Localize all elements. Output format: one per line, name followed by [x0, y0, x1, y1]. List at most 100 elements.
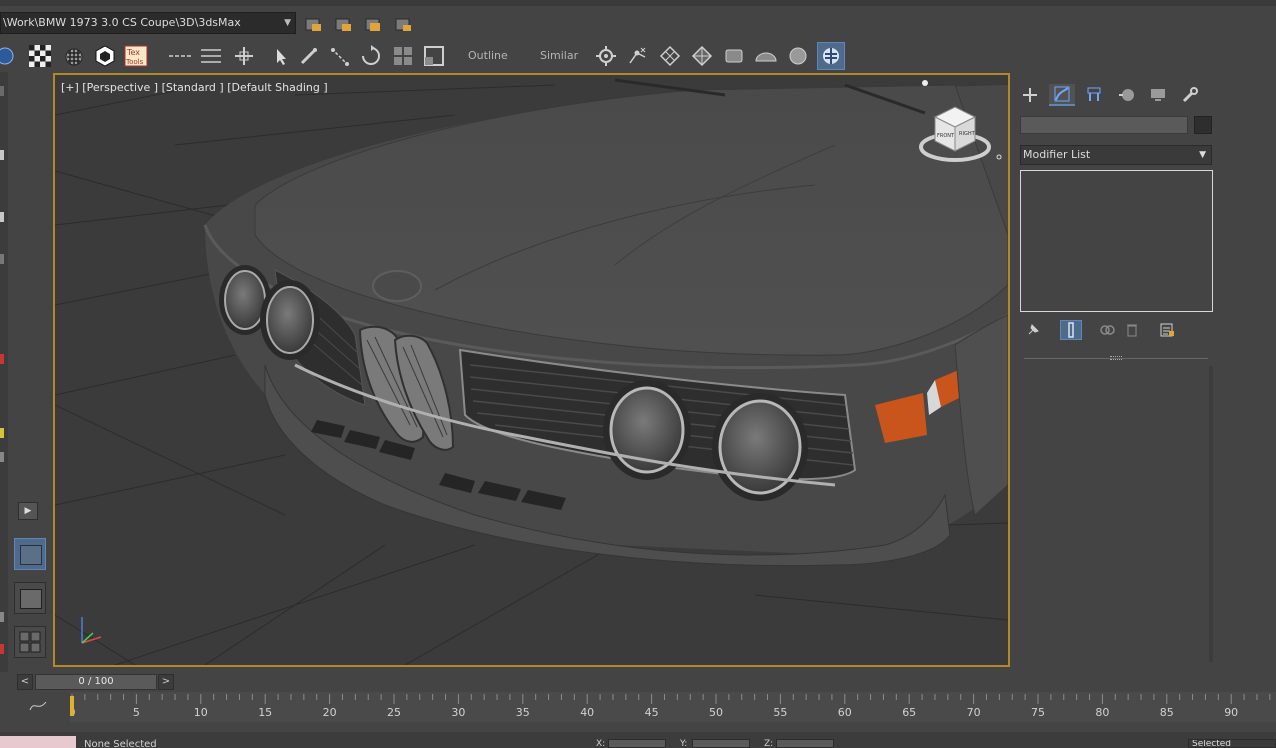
show-end-result-icon[interactable] [1060, 320, 1082, 340]
layout-single-button[interactable] [14, 538, 46, 570]
z-coordinate-label: Z: [764, 739, 774, 748]
track-bar[interactable]: 051015202530354045505560657075808590 [70, 692, 1276, 722]
car-render-scene: FRONT RIGHT [55, 78, 1008, 665]
modifier-list-label: Modifier List [1023, 148, 1091, 161]
perspective-viewport[interactable]: [+] [Perspective ] [Standard ] [Default … [53, 73, 1010, 667]
viewport-rect-icon[interactable] [721, 44, 747, 68]
checker-sphere-icon[interactable] [61, 44, 87, 68]
track-tick-label: 75 [1031, 706, 1045, 719]
track-tick-label: 10 [194, 706, 208, 719]
y-coordinate-field[interactable] [692, 739, 750, 748]
track-bar-row: 051015202530354045505560657075808590 [0, 692, 1276, 724]
modify-tab-icon[interactable] [1049, 84, 1075, 106]
modifier-stack-list[interactable] [1020, 170, 1213, 312]
set-project-folder-icon[interactable] [334, 15, 354, 33]
plus-move-icon[interactable] [231, 44, 257, 68]
similar-label[interactable]: Similar [540, 49, 578, 62]
time-slider[interactable]: 0 / 100 [35, 674, 157, 690]
checker-map-icon[interactable] [27, 44, 53, 68]
utilities-wrench-icon[interactable] [1177, 84, 1203, 106]
textools-icon[interactable]: Tex Tools [123, 44, 149, 68]
left-strip-marker [0, 150, 4, 160]
paint-brush-icon[interactable] [296, 44, 322, 68]
project-folder-icon[interactable] [364, 15, 384, 33]
grid-tiles-icon[interactable] [390, 44, 416, 68]
track-tick-label: 15 [258, 706, 272, 719]
sphere-icon[interactable] [785, 44, 811, 68]
track-tick-label: 85 [1160, 706, 1174, 719]
maxscript-listener-swatch[interactable] [0, 736, 76, 748]
connect-edge-icon[interactable] [327, 44, 353, 68]
selection-mode-dropdown[interactable]: Selected [1188, 739, 1276, 748]
svg-text:Tex: Tex [126, 48, 140, 57]
left-strip-marker [0, 254, 4, 264]
select-pointer-icon[interactable] [267, 44, 293, 68]
time-slider-prev-button[interactable]: < [17, 674, 33, 690]
globe-icon[interactable] [0, 44, 18, 68]
half-dome-icon[interactable] [753, 44, 779, 68]
outline-label[interactable]: Outline [468, 49, 508, 62]
plugin-hex-icon[interactable] [92, 44, 118, 68]
remove-modifier-trash-icon[interactable] [1121, 320, 1143, 340]
hierarchy-tab-icon[interactable] [1081, 84, 1107, 106]
pin-stack-icon[interactable] [1022, 320, 1044, 340]
time-slider-next-button[interactable]: > [158, 674, 174, 690]
axis-tripod-icon [81, 617, 102, 644]
viewport-layout-panel: ▶ [8, 72, 52, 672]
viewport-label[interactable]: [+] [Perspective ] [Standard ] [Default … [61, 81, 328, 94]
render-teapot-icon[interactable] [817, 42, 845, 70]
make-unique-icon[interactable] [1096, 320, 1118, 340]
track-tick-label: 55 [773, 706, 787, 719]
left-strip-marker [0, 86, 4, 96]
z-coordinate-field[interactable] [776, 739, 834, 748]
track-tick-label: 80 [1095, 706, 1109, 719]
left-strip-marker [0, 354, 4, 364]
y-coordinate-label: Y: [680, 739, 688, 748]
viewcube-right-label[interactable]: RIGHT [959, 131, 976, 137]
x-coordinate-field[interactable] [608, 739, 666, 748]
command-panel-scrollbar[interactable] [1209, 366, 1213, 662]
square-frame-icon[interactable] [421, 44, 447, 68]
track-tick-label: 60 [838, 706, 852, 719]
expand-arrow-icon[interactable]: ▶ [18, 502, 38, 520]
chevron-down-icon: ▼ [284, 18, 291, 28]
svg-text:Tools: Tools [125, 58, 144, 66]
snap-grid-diamond-icon[interactable] [689, 44, 715, 68]
open-mini-curve-editor-icon[interactable] [28, 698, 48, 714]
open-project-folder-icon[interactable] [304, 15, 324, 33]
layout-quad-button[interactable] [14, 626, 46, 658]
toolbar-row-1: \Work\BMW 1973 3.0 CS Coupe\3D\3dsMax ▼ [0, 6, 1276, 40]
status-bar: None Selected X: Y: Z: Selected [0, 732, 1276, 748]
chevron-down-icon: ▼ [1199, 150, 1206, 160]
track-tick-label: 25 [387, 706, 401, 719]
snap-vertex-icon[interactable] [625, 44, 651, 68]
track-tick-label: 45 [645, 706, 659, 719]
configure-modifier-sets-icon[interactable] [1156, 320, 1178, 340]
rollout-separator [1024, 358, 1208, 359]
object-name-field[interactable] [1020, 116, 1188, 134]
modifier-list-dropdown[interactable]: Modifier List ▼ [1020, 145, 1212, 165]
pivot-gear-icon[interactable] [593, 44, 619, 68]
snap-diamond-icon[interactable] [657, 44, 683, 68]
track-tick-label: 50 [709, 706, 723, 719]
project-structure-icon[interactable] [394, 15, 414, 33]
layout-alt-button[interactable] [14, 582, 46, 614]
object-color-swatch[interactable] [1194, 116, 1212, 134]
time-slider-row: < 0 / 100 > [0, 672, 1276, 692]
list-lines-icon[interactable] [198, 44, 224, 68]
x-coordinate-label: X: [596, 739, 606, 748]
display-tab-icon[interactable] [1145, 84, 1171, 106]
create-tab-plus-icon[interactable] [1017, 84, 1043, 106]
project-path-text: \Work\BMW 1973 3.0 CS Coupe\3D\3dsMax [3, 16, 241, 29]
left-strip-marker [0, 452, 4, 462]
current-frame-marker[interactable] [70, 696, 74, 716]
project-path-dropdown[interactable]: \Work\BMW 1973 3.0 CS Coupe\3D\3dsMax ▼ [0, 12, 296, 34]
dashed-line-icon[interactable] [167, 44, 193, 68]
track-tick-label: 90 [1224, 706, 1238, 719]
motion-tab-icon[interactable] [1113, 84, 1139, 106]
command-panel-tabs [1014, 84, 1276, 108]
left-strip-marker [0, 644, 4, 654]
track-tick-label: 30 [451, 706, 465, 719]
loop-icon[interactable] [358, 44, 384, 68]
viewcube-front-label[interactable]: FRONT [937, 133, 955, 139]
